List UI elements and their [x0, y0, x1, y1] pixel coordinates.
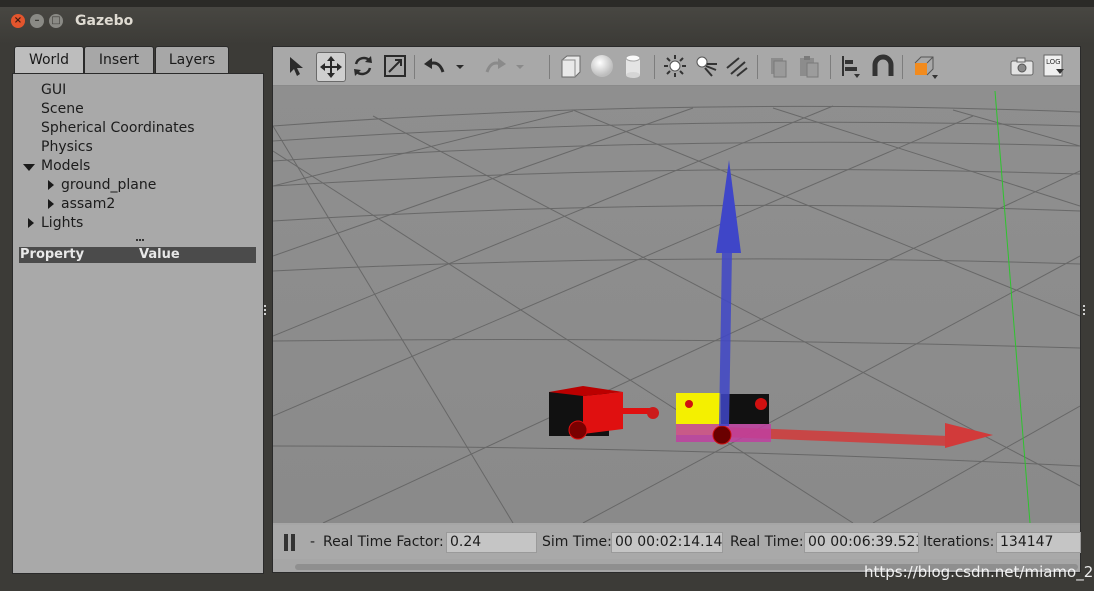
- status-bar: - Real Time Factor: 0.24 Sim Time: 00 00…: [273, 525, 1081, 559]
- toolbar-separator: [757, 55, 758, 79]
- select-arrow-icon[interactable]: [283, 52, 311, 80]
- chassis-red-panel: [583, 392, 623, 434]
- wheel: [712, 425, 732, 445]
- connector-rod: [621, 408, 651, 414]
- align-icon[interactable]: [837, 52, 865, 80]
- watermark-text: https://blog.csdn.net/miamo_29: [864, 563, 1094, 581]
- real-time-value: 00 00:06:39.523: [804, 532, 919, 553]
- redo-dropdown-icon[interactable]: [513, 52, 527, 80]
- tab-layers[interactable]: Layers: [155, 46, 229, 74]
- col-property: Property: [20, 247, 85, 262]
- tree-item-assam2[interactable]: assam2: [61, 196, 115, 212]
- point-light-icon[interactable]: [661, 52, 689, 80]
- render-panel: LOG - Real Time Factor: 0.24 Sim Time: 0…: [272, 46, 1081, 573]
- sim-time-value: 00 00:02:14.147: [611, 532, 723, 553]
- iterations-label: Iterations:: [923, 534, 995, 550]
- snap-magnet-icon[interactable]: [869, 52, 897, 80]
- expand-right-icon[interactable]: [28, 218, 34, 228]
- directional-light-icon[interactable]: [723, 52, 751, 80]
- window-maximize-button[interactable]: □: [49, 14, 63, 28]
- rtf-value: 0.24: [446, 532, 537, 553]
- paste-icon[interactable]: [795, 52, 823, 80]
- toolbar-separator: [549, 55, 550, 79]
- spot-light-icon[interactable]: [692, 52, 720, 80]
- undo-dropdown-icon[interactable]: [453, 52, 467, 80]
- joint: [647, 407, 659, 419]
- tree-item-ground-plane[interactable]: ground_plane: [61, 177, 156, 193]
- screenshot-camera-icon[interactable]: [1008, 52, 1036, 80]
- expand-down-icon[interactable]: [23, 164, 35, 171]
- main-toolbar: LOG: [273, 47, 1080, 86]
- red-dot: [685, 400, 693, 408]
- log-label: LOG: [1046, 58, 1061, 66]
- toolbar-separator: [654, 55, 655, 79]
- window-minimize-button[interactable]: –: [30, 14, 44, 28]
- tree-item-scene[interactable]: Scene: [41, 101, 84, 117]
- tree-item-lights[interactable]: Lights: [41, 215, 83, 231]
- rotate-icon[interactable]: [349, 52, 377, 80]
- expand-right-icon[interactable]: [48, 199, 54, 209]
- iterations-value: 134147: [996, 532, 1081, 553]
- pause-icon[interactable]: [283, 534, 297, 552]
- real-time-label: Real Time:: [730, 534, 804, 550]
- tree-item-physics[interactable]: Physics: [41, 139, 93, 155]
- tree-item-spherical-coordinates[interactable]: Spherical Coordinates: [41, 120, 195, 136]
- sphere-icon[interactable]: [588, 52, 616, 80]
- splitter-handle[interactable]: [136, 239, 144, 244]
- expand-right-icon[interactable]: [48, 180, 54, 190]
- cylinder-icon[interactable]: [619, 52, 647, 80]
- window-title: Gazebo: [75, 13, 134, 29]
- tree-item-models[interactable]: Models: [41, 158, 90, 174]
- col-value: Value: [139, 247, 180, 262]
- box-icon[interactable]: [557, 52, 585, 80]
- world-panel: GUI Scene Spherical Coordinates Physics …: [12, 73, 264, 574]
- scale-icon[interactable]: [381, 52, 409, 80]
- tree-item-gui[interactable]: GUI: [41, 82, 66, 98]
- window-close-button[interactable]: ×: [11, 14, 25, 28]
- undo-icon[interactable]: [421, 52, 449, 80]
- toolbar-separator: [830, 55, 831, 79]
- redo-icon[interactable]: [481, 52, 509, 80]
- right-panel-resize-handle[interactable]: [1083, 305, 1088, 315]
- red-knob: [755, 398, 767, 410]
- view-angle-icon[interactable]: [911, 52, 939, 80]
- tab-world[interactable]: World: [14, 46, 84, 75]
- left-panel-resize-handle[interactable]: [264, 305, 269, 315]
- scene-graphics[interactable]: [273, 86, 1080, 523]
- step-button[interactable]: -: [310, 534, 315, 550]
- toolbar-separator: [902, 55, 903, 79]
- top-panel-strip: [0, 0, 1094, 7]
- wheel: [568, 420, 588, 440]
- sim-time-label: Sim Time:: [542, 534, 612, 550]
- log-icon[interactable]: LOG: [1040, 52, 1068, 80]
- property-table-header: Property Value: [19, 247, 256, 263]
- translate-icon[interactable]: [316, 52, 346, 82]
- 3d-viewport[interactable]: [273, 86, 1080, 523]
- tab-insert[interactable]: Insert: [84, 46, 154, 74]
- rtf-label: Real Time Factor:: [323, 534, 444, 550]
- toolbar-separator: [414, 55, 415, 79]
- title-bar: × – □ Gazebo: [0, 0, 1094, 44]
- copy-icon[interactable]: [764, 52, 792, 80]
